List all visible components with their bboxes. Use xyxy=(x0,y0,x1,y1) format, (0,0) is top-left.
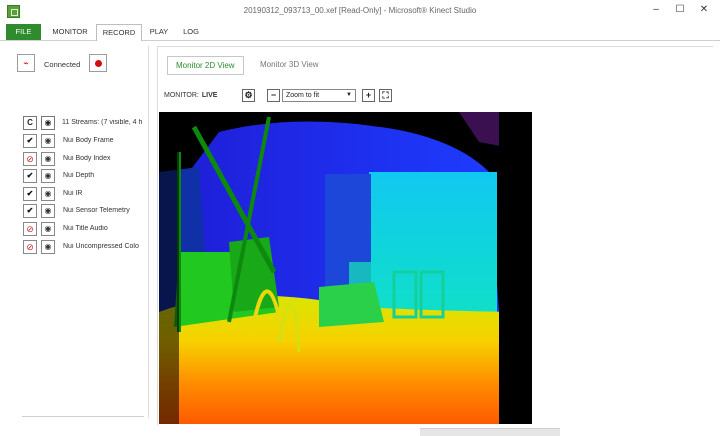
check-icon: ✔ xyxy=(26,136,34,145)
eye-icon: ◉ xyxy=(44,136,52,145)
maximize-button[interactable]: ☐ xyxy=(674,4,686,15)
stream-visibility-toggle[interactable]: ◉ xyxy=(41,222,55,236)
chevron-down-icon: ▼ xyxy=(346,92,352,98)
stream-visibility-toggle[interactable]: ◉ xyxy=(41,186,55,201)
window-title: 20190312_093713_00.xef [Read-Only] - Mic… xyxy=(243,6,477,15)
stream-unavailable-toggle[interactable]: ⊘ xyxy=(23,222,37,236)
streams-panel: ⌁ Connected C ◉ 11 Streams: (7 visible, … xyxy=(14,46,149,418)
stream-name: Nui Uncompressed Colo xyxy=(63,242,139,250)
stream-name: Nui Depth xyxy=(63,172,95,180)
record-button[interactable] xyxy=(89,54,107,72)
tab-monitor[interactable]: MONITOR xyxy=(46,24,94,40)
eye-icon: ◉ xyxy=(44,118,52,127)
depth-image xyxy=(159,112,532,424)
tab-monitor-3d-view[interactable]: Monitor 3D View xyxy=(252,56,327,73)
stream-visibility-toggle[interactable]: ◉ xyxy=(41,151,55,166)
stream-row[interactable]: ⊘ ◉ Nui Body Index xyxy=(23,151,148,167)
stream-selected-checkbox[interactable]: ✔ xyxy=(23,134,37,148)
window-controls: – ☐ ✕ xyxy=(650,4,710,15)
stream-visibility-toggle[interactable]: ◉ xyxy=(41,204,55,219)
stream-visibility-toggle[interactable]: ◉ xyxy=(41,169,55,184)
record-icon xyxy=(95,60,102,67)
monitor-label: MONITOR: xyxy=(164,92,199,99)
stream-name: Nui IR xyxy=(63,189,83,197)
stream-selected-checkbox[interactable]: ✔ xyxy=(23,204,37,219)
monitor-mode-label: MONITOR: LIVE xyxy=(164,92,217,99)
toggle-all-visibility-button[interactable]: ◉ xyxy=(41,116,55,130)
stream-row[interactable]: ✔ ◉ Nui Body Frame xyxy=(23,134,148,149)
tab-log[interactable]: LOG xyxy=(176,24,206,40)
monitor-toolbar: MONITOR: LIVE ⚙ − Zoom to fit ▼ + ⛶ xyxy=(164,89,704,103)
tab-play[interactable]: PLAY xyxy=(144,24,174,40)
stream-row[interactable]: ⊘ ◉ Nui Uncompressed Colo xyxy=(23,239,148,255)
minimize-button[interactable]: – xyxy=(650,4,662,15)
monitor-panel: Monitor 2D View Monitor 3D View MONITOR:… xyxy=(157,46,713,425)
stream-visibility-toggle[interactable]: ◉ xyxy=(41,239,55,254)
check-icon: ✔ xyxy=(26,188,34,198)
stream-name: Nui Body Index xyxy=(63,154,111,162)
stream-selected-checkbox[interactable]: ✔ xyxy=(23,186,37,201)
stream-row[interactable]: ✔ ◉ Nui Sensor Telemetry xyxy=(23,204,148,219)
fit-to-window-button[interactable]: ⛶ xyxy=(379,89,392,102)
zoom-select[interactable]: Zoom to fit ▼ xyxy=(282,89,356,102)
stream-name: Nui Title Audio xyxy=(63,225,108,232)
clear-selection-button[interactable]: C xyxy=(23,116,37,130)
title-bar: 20190312_093713_00.xef [Read-Only] - Mic… xyxy=(0,0,720,24)
plug-icon: ⌁ xyxy=(23,58,29,68)
zoom-value: Zoom to fit xyxy=(286,92,320,99)
gear-icon: ⚙ xyxy=(244,90,253,100)
eye-icon: ◉ xyxy=(44,188,52,198)
stream-row[interactable]: ✔ ◉ Nui Depth xyxy=(23,169,148,184)
tab-file[interactable]: FILE xyxy=(6,24,41,40)
zoom-in-button[interactable]: + xyxy=(362,89,375,102)
stream-row[interactable]: ✔ ◉ Nui IR xyxy=(23,186,148,202)
plus-icon: + xyxy=(365,90,372,100)
eye-icon: ◉ xyxy=(44,241,52,251)
stream-visibility-toggle[interactable]: ◉ xyxy=(41,134,55,148)
stream-name: Nui Sensor Telemetry xyxy=(63,207,130,215)
blocked-icon: ⊘ xyxy=(26,224,34,234)
connection-status: Connected xyxy=(44,60,81,69)
eye-icon: ◉ xyxy=(44,206,52,216)
eye-icon: ◉ xyxy=(44,153,52,163)
blocked-icon: ⊘ xyxy=(26,241,34,252)
stream-row[interactable]: ⊘ ◉ Nui Title Audio xyxy=(23,222,148,237)
stream-unavailable-toggle[interactable]: ⊘ xyxy=(23,151,37,166)
stream-name: Nui Body Frame xyxy=(63,137,114,144)
stream-selected-checkbox[interactable]: ✔ xyxy=(23,169,37,184)
fit-icon: ⛶ xyxy=(382,90,389,100)
panel-divider xyxy=(22,416,144,417)
eye-icon: ◉ xyxy=(44,224,52,233)
menu-bar: FILE MONITOR RECORD PLAY LOG xyxy=(0,24,720,41)
tab-record[interactable]: RECORD xyxy=(96,24,142,41)
connect-button[interactable]: ⌁ xyxy=(17,54,35,72)
blocked-icon: ⊘ xyxy=(26,153,34,164)
check-icon: ✔ xyxy=(26,206,34,216)
zoom-out-button[interactable]: − xyxy=(267,89,280,102)
depth-image-view[interactable] xyxy=(159,112,532,424)
eye-icon: ◉ xyxy=(44,171,52,181)
stream-unavailable-toggle[interactable]: ⊘ xyxy=(23,239,37,254)
settings-button[interactable]: ⚙ xyxy=(242,89,255,102)
tab-monitor-2d-view[interactable]: Monitor 2D View xyxy=(167,56,244,75)
close-button[interactable]: ✕ xyxy=(698,4,710,15)
streams-summary: 11 Streams: (7 visible, 4 h xyxy=(62,119,143,126)
monitor-mode-value: LIVE xyxy=(201,92,218,99)
minus-icon: − xyxy=(270,90,277,100)
check-icon: ✔ xyxy=(26,171,34,181)
